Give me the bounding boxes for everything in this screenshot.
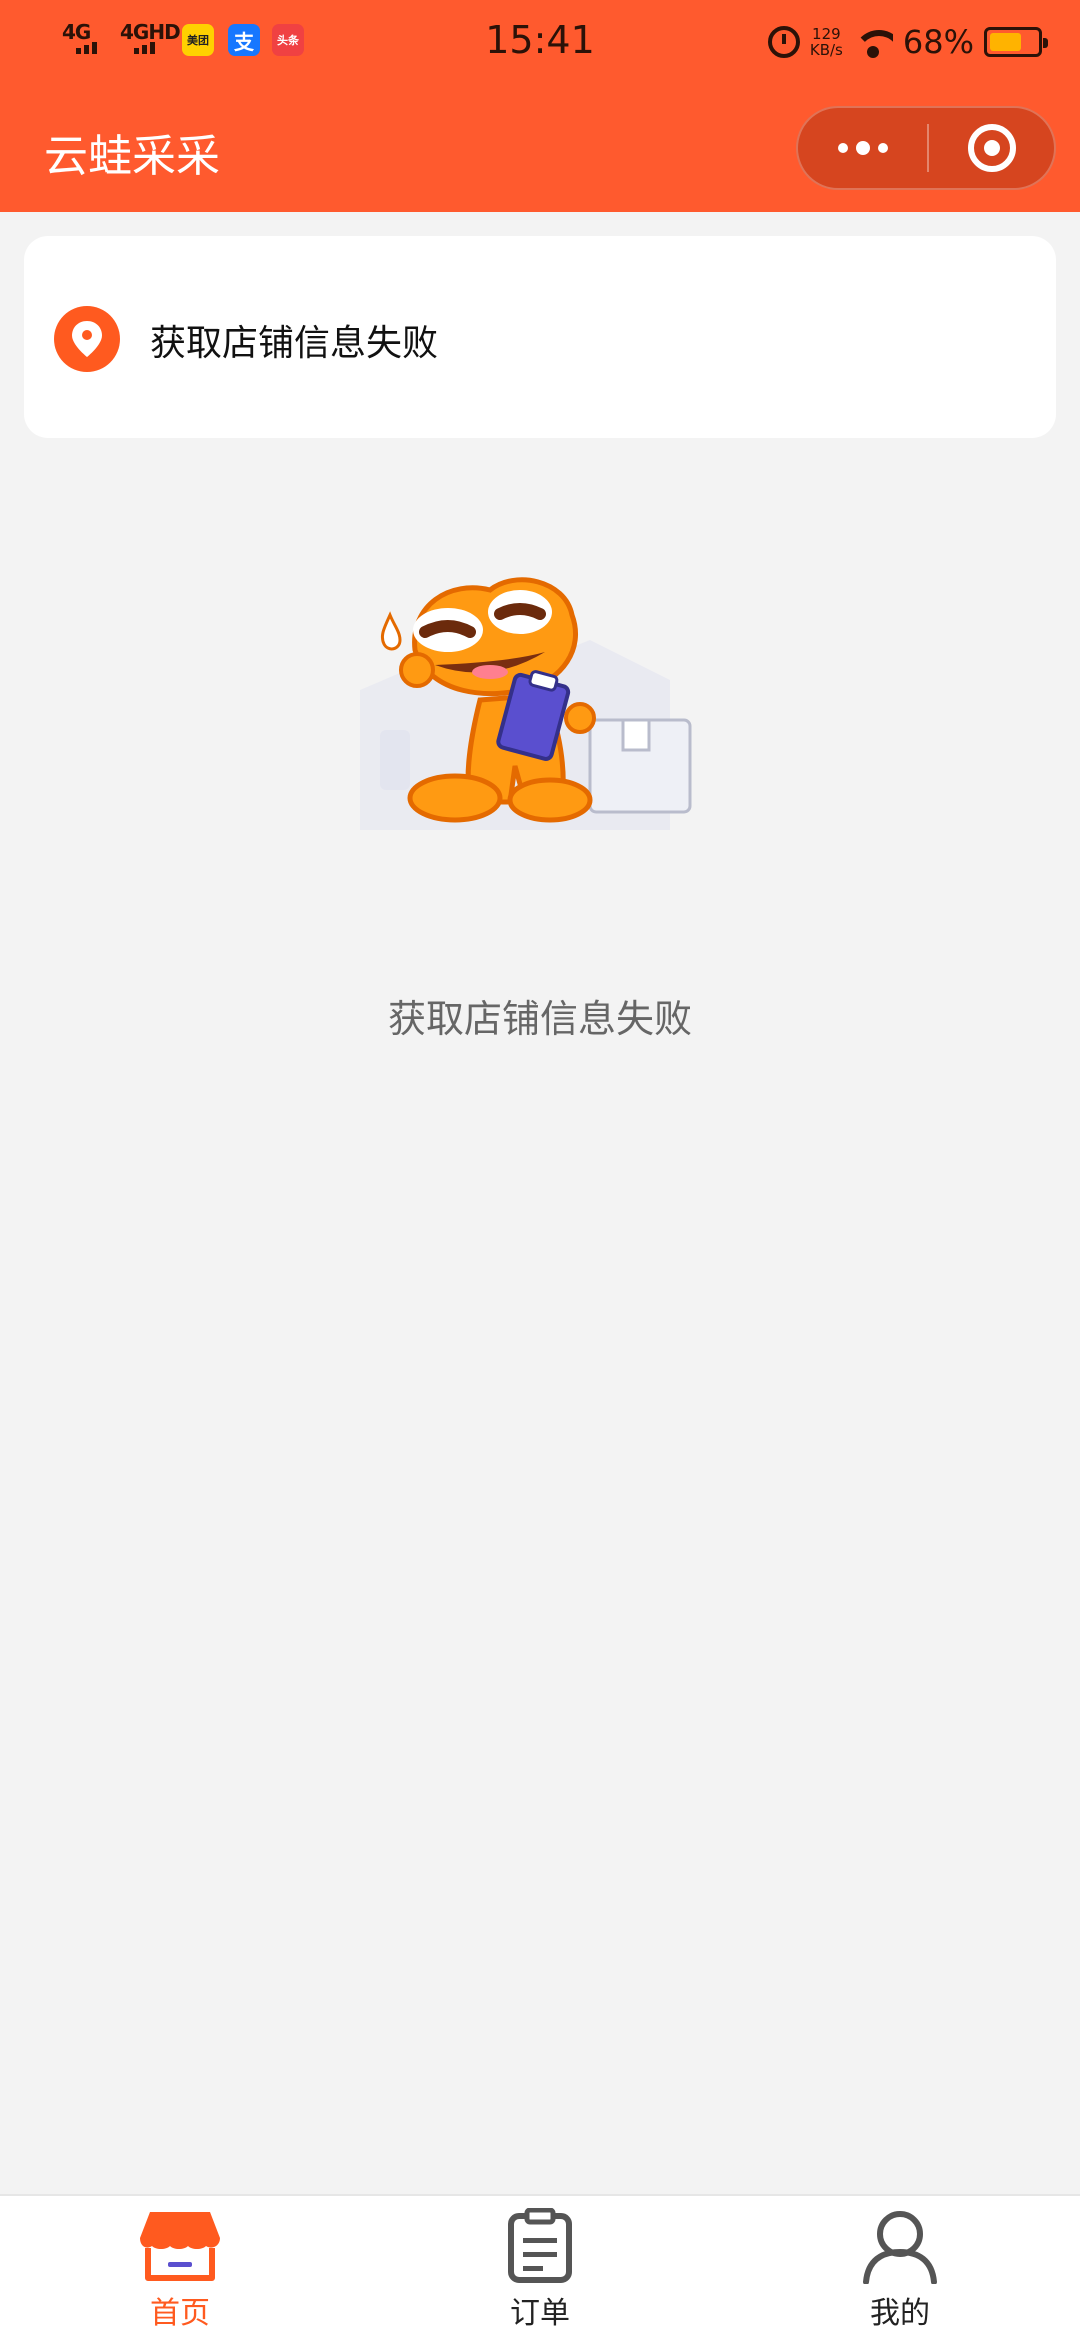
location-pin-icon xyxy=(54,306,120,372)
speed-value: 129 xyxy=(812,25,841,43)
battery-percent: 68% xyxy=(902,23,974,61)
header: 4G 4GHD 美团 支 头条 15:41 129 KB/s 68% 云蛙采采 xyxy=(0,0,1080,212)
tab-label-orders: 订单 xyxy=(510,2296,570,2331)
more-button[interactable] xyxy=(798,108,927,188)
more-dot-icon xyxy=(877,143,888,153)
frog-mascot-illustration xyxy=(340,570,740,890)
store-info-card[interactable]: 获取店铺信息失败 xyxy=(24,236,1056,438)
status-bar: 4G 4GHD 美团 支 头条 15:41 129 KB/s 68% xyxy=(0,0,1080,84)
navbar: 云蛙采采 xyxy=(0,84,1080,212)
target-close-icon xyxy=(967,124,1016,172)
tab-bar: 首页 订单 我的 xyxy=(0,2194,1080,2340)
speed-unit: KB/s xyxy=(809,41,843,59)
user-icon xyxy=(858,2206,942,2286)
status-right: 129 KB/s 68% xyxy=(767,18,1048,66)
tab-home[interactable]: 首页 xyxy=(0,2196,360,2340)
more-dot-icon xyxy=(855,141,870,155)
page-title: 云蛙采采 xyxy=(44,131,220,182)
store-info-text: 获取店铺信息失败 xyxy=(150,323,439,364)
tab-orders[interactable]: 订单 xyxy=(360,2196,720,2340)
clipboard-icon xyxy=(498,2206,582,2286)
battery-fill xyxy=(990,33,1022,51)
storefront-icon xyxy=(138,2206,222,2286)
tab-profile[interactable]: 我的 xyxy=(720,2196,1080,2340)
alarm-icon xyxy=(767,26,800,58)
close-button[interactable] xyxy=(929,108,1054,188)
tab-label-home: 首页 xyxy=(150,2296,210,2331)
mini-program-capsule xyxy=(796,106,1056,190)
page: 4G 4GHD 美团 支 头条 15:41 129 KB/s 68% 云蛙采采 … xyxy=(0,0,1080,2340)
wifi-icon xyxy=(852,26,893,58)
empty-state-message: 获取店铺信息失败 xyxy=(387,997,692,1041)
network-speed: 129 KB/s xyxy=(810,26,843,58)
more-dot-icon xyxy=(837,143,848,153)
tab-label-profile: 我的 xyxy=(870,2296,930,2331)
battery-icon xyxy=(984,27,1048,57)
